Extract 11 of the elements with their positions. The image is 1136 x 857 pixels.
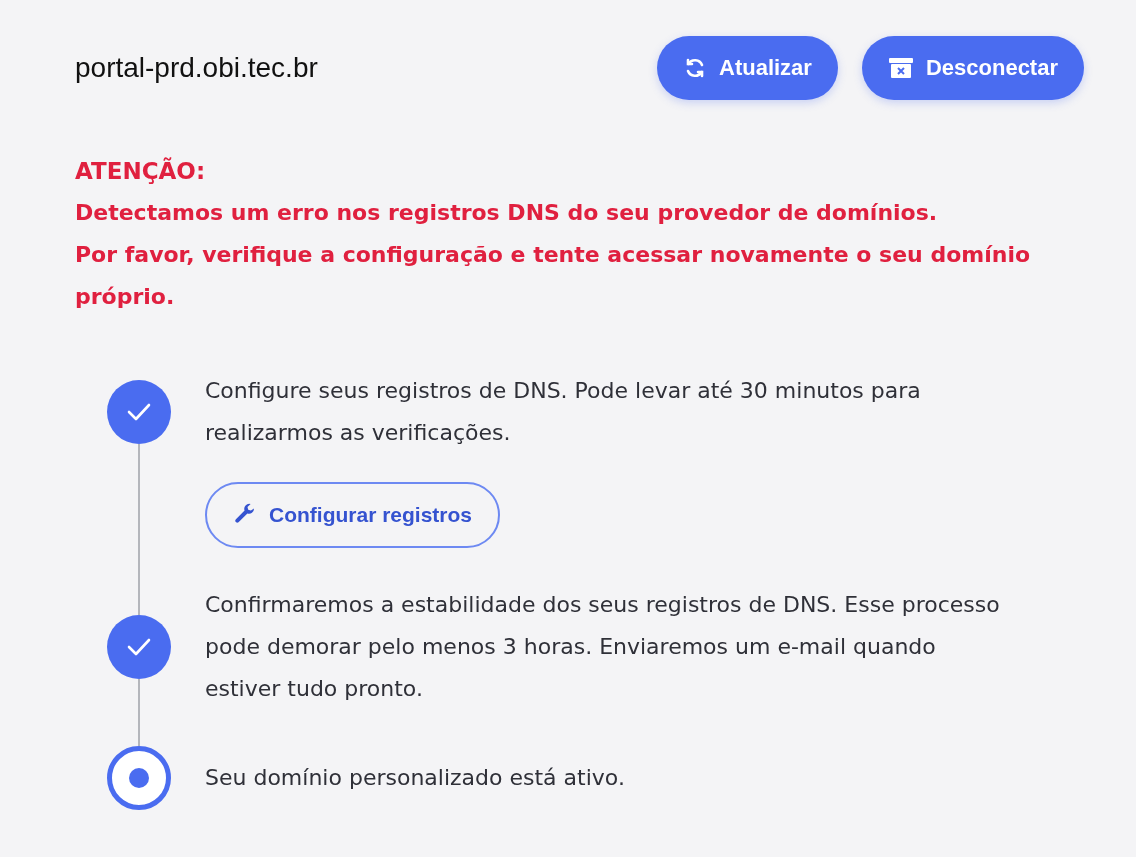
step-text: Seu domínio personalizado está ativo. — [205, 764, 626, 792]
step-text: Configure seus registros de DNS. Pode levar até 30 minutos para realizarmos as verificações. — [205, 377, 922, 447]
alert-message: Detectamos um erro nos registros DNS do seu provedor de domínios. — [75, 199, 939, 227]
alert-title: ATENÇÃO: — [75, 156, 207, 186]
step-text: Confirmaremos a estabilidade dos seus registros de DNS. Esse processo pode demorar pelo menos 3 horas. Enviaremos um e-mail quando estiver tudo pronto. — [205, 591, 1001, 703]
archive-box-icon — [887, 56, 914, 80]
alert-message: Por favor, verifique a configuração e tente acessar novamente o seu domínio próprio. — [75, 241, 1032, 311]
domain-title: portal-prd.obi.tec.br — [75, 52, 318, 84]
configure-records-button[interactable]: Configurar registros — [205, 482, 501, 548]
refresh-button[interactable]: Atualizar — [657, 36, 838, 100]
disconnect-button[interactable]: Desconectar — [861, 36, 1084, 100]
